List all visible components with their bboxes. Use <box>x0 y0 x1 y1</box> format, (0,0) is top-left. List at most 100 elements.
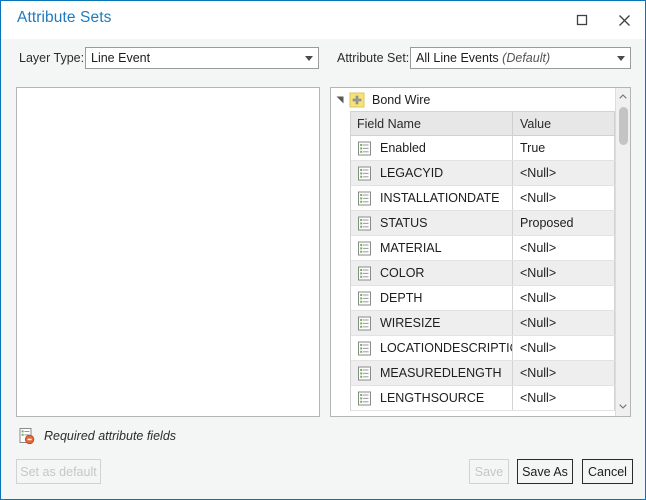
field-name-label: LEGACYID <box>380 166 444 180</box>
attribute-field-icon <box>357 191 372 206</box>
field-value-cell[interactable]: <Null> <box>513 386 615 410</box>
page-title: Attribute Sets <box>17 9 112 26</box>
field-value-label: <Null> <box>520 166 557 180</box>
field-value-cell[interactable]: <Null> <box>513 161 615 185</box>
field-value-label: <Null> <box>520 316 557 330</box>
layer-type-dropdown[interactable]: Line Event <box>85 47 319 69</box>
field-name-label: STATUS <box>380 216 428 230</box>
attribute-set-default-tag: (Default) <box>502 51 551 65</box>
attribute-field-icon <box>357 291 372 306</box>
grid-body: Enabled True LEGACYID <Null> INSTALLATIONDAT… <box>351 136 615 411</box>
scroll-down-icon[interactable] <box>616 399 630 414</box>
field-value-label: <Null> <box>520 241 557 255</box>
attribute-field-icon <box>357 266 372 281</box>
chevron-down-icon <box>612 48 630 68</box>
required-fields-legend: Required attribute fields <box>18 427 176 445</box>
attribute-field-icon <box>357 241 372 256</box>
column-header-value-label: Value <box>520 116 552 131</box>
field-name-cell[interactable]: MATERIAL <box>351 236 513 260</box>
table-row[interactable]: MATERIAL <Null> <box>351 236 615 261</box>
expander-collapse-icon[interactable] <box>331 88 349 111</box>
field-name-cell[interactable]: DEPTH <box>351 286 513 310</box>
field-name-cell[interactable]: LOCATIONDESCRIPTION <box>351 336 513 360</box>
layer-type-label: Layer Type: <box>19 51 85 65</box>
table-row[interactable]: COLOR <Null> <box>351 261 615 286</box>
field-value-label: <Null> <box>520 366 557 380</box>
attribute-field-icon <box>357 316 372 331</box>
close-button[interactable] <box>605 1 643 39</box>
field-name-label: Enabled <box>380 141 426 155</box>
scroll-up-icon[interactable] <box>616 89 630 104</box>
table-row[interactable]: MEASUREDLENGTH <Null> <box>351 361 615 386</box>
field-name-cell[interactable]: MEASUREDLENGTH <box>351 361 513 385</box>
field-value-label: <Null> <box>520 391 557 405</box>
field-value-cell[interactable]: <Null> <box>513 286 615 310</box>
attribute-field-icon <box>357 216 372 231</box>
layer-name-label: Bond Wire <box>372 92 431 107</box>
line-event-layer-icon <box>349 92 365 108</box>
attribute-set-dropdown[interactable]: All Line Events (Default) <box>410 47 631 69</box>
table-row[interactable]: Enabled True <box>351 136 615 161</box>
layer-type-value: Line Event <box>91 51 151 65</box>
set-as-default-button[interactable]: Set as default <box>16 459 101 484</box>
table-row[interactable]: WIRESIZE <Null> <box>351 311 615 336</box>
field-value-label: Proposed <box>520 216 574 230</box>
attribute-set-value: All Line Events (Default) <box>411 51 612 65</box>
field-value-cell[interactable]: <Null> <box>513 336 615 360</box>
field-value-cell[interactable]: True <box>513 136 615 160</box>
attribute-sets-dialog: Attribute Sets Layer Type: Line Event At… <box>0 0 646 500</box>
field-name-label: WIRESIZE <box>380 316 441 330</box>
field-value-cell[interactable]: <Null> <box>513 361 615 385</box>
maximize-button[interactable] <box>563 1 601 39</box>
field-name-cell[interactable]: LENGTHSOURCE <box>351 386 513 410</box>
attribute-set-fields-panel: Bond Wire Field Name Value Enabled True LE… <box>330 87 631 417</box>
column-header-value[interactable]: Value <box>513 112 615 135</box>
field-value-label: <Null> <box>520 266 557 280</box>
attribute-field-icon <box>357 141 372 156</box>
field-name-cell[interactable]: LEGACYID <box>351 161 513 185</box>
field-value-cell[interactable]: <Null> <box>513 311 615 335</box>
table-row[interactable]: STATUS Proposed <box>351 211 615 236</box>
field-value-cell[interactable]: Proposed <box>513 211 615 235</box>
field-value-label: <Null> <box>520 341 557 355</box>
field-name-cell[interactable]: STATUS <box>351 211 513 235</box>
table-row[interactable]: LOCATIONDESCRIPTION <Null> <box>351 336 615 361</box>
field-name-cell[interactable]: Enabled <box>351 136 513 160</box>
fields-vertical-scrollbar[interactable] <box>615 88 630 416</box>
attribute-field-icon <box>357 341 372 356</box>
field-name-label: INSTALLATIONDATE <box>380 191 500 205</box>
cancel-button[interactable]: Cancel <box>582 459 633 484</box>
attribute-fields-grid: Field Name Value Enabled True LEGACYID <Nul… <box>350 111 615 411</box>
field-name-label: MEASUREDLENGTH <box>380 366 502 380</box>
field-name-label: LENGTHSOURCE <box>380 391 485 405</box>
title-bar: Attribute Sets <box>1 1 645 39</box>
table-row[interactable]: DEPTH <Null> <box>351 286 615 311</box>
scrollbar-thumb[interactable] <box>619 107 628 145</box>
attribute-set-value-text: All Line Events <box>416 51 503 65</box>
table-row[interactable]: INSTALLATIONDATE <Null> <box>351 186 615 211</box>
required-fields-legend-label: Required attribute fields <box>44 429 177 443</box>
required-attribute-fields-icon <box>18 427 36 445</box>
layer-tree-node[interactable]: Bond Wire <box>331 88 630 111</box>
attribute-field-icon <box>357 166 372 181</box>
save-button[interactable]: Save <box>469 459 509 484</box>
selector-row: Layer Type: Line Event Attribute Set: Al… <box>1 39 645 81</box>
attribute-field-icon <box>357 366 372 381</box>
chevron-down-icon <box>300 48 318 68</box>
field-value-cell[interactable]: <Null> <box>513 186 615 210</box>
table-row[interactable]: LEGACYID <Null> <box>351 161 615 186</box>
save-as-button[interactable]: Save As <box>517 459 573 484</box>
field-name-label: COLOR <box>380 266 425 280</box>
grid-header-row: Field Name Value <box>351 112 615 136</box>
column-header-field-name[interactable]: Field Name <box>351 112 513 135</box>
field-name-cell[interactable]: INSTALLATIONDATE <box>351 186 513 210</box>
table-row[interactable]: LENGTHSOURCE <Null> <box>351 386 615 411</box>
field-name-label: MATERIAL <box>380 241 442 255</box>
field-value-cell[interactable]: <Null> <box>513 261 615 285</box>
field-name-label: LOCATIONDESCRIPTION <box>380 341 512 355</box>
field-name-label: DEPTH <box>380 291 423 305</box>
available-fields-panel[interactable] <box>16 87 320 417</box>
field-name-cell[interactable]: WIRESIZE <box>351 311 513 335</box>
field-value-cell[interactable]: <Null> <box>513 236 615 260</box>
field-name-cell[interactable]: COLOR <box>351 261 513 285</box>
